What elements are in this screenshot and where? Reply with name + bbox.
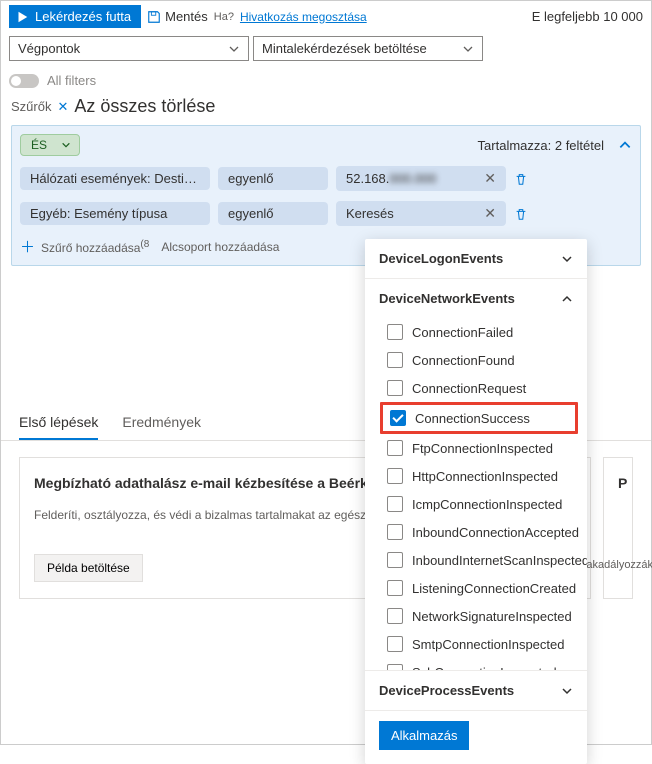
dropdown-item-label: FtpConnectionInspected — [412, 441, 553, 456]
chevron-down-icon — [61, 140, 71, 150]
checkbox[interactable] — [387, 664, 403, 670]
filter-summary: Tartalmazza: 2 feltétel — [478, 138, 604, 153]
dropdown-item[interactable]: HttpConnectionInspected — [365, 462, 587, 490]
run-query-button[interactable]: Lekérdezés futta — [9, 5, 141, 28]
clear-value-icon[interactable]: ✕ — [484, 170, 496, 187]
sample-card: P — [603, 457, 633, 599]
run-query-label: Lekérdezés futta — [35, 9, 131, 24]
dropdown-item[interactable]: NetworkSignatureInspected — [365, 602, 587, 630]
clear-value-icon[interactable]: ✕ — [484, 205, 496, 222]
filters-label: Szűrők — [11, 99, 51, 114]
dropdown-item[interactable]: ConnectionFailed — [365, 318, 587, 346]
load-sample-button[interactable]: Példa betöltése — [34, 554, 143, 582]
filter-row: Egyéb: Esemény típusa egyenlő Keresés ✕ — [20, 201, 632, 226]
save-icon — [147, 10, 161, 24]
checkbox[interactable] — [387, 552, 403, 568]
dropdown-group[interactable]: DeviceProcessEvents — [365, 671, 587, 710]
collapse-icon[interactable] — [618, 138, 632, 152]
checkbox[interactable] — [387, 580, 403, 596]
dropdown-item[interactable]: InboundInternetScanInspected — [365, 546, 587, 574]
tab-results[interactable]: Eredmények — [122, 406, 201, 440]
save-button[interactable]: Mentés — [147, 9, 208, 24]
highlighted-item: ConnectionSuccess — [380, 402, 578, 434]
checkbox[interactable] — [390, 410, 406, 426]
filter-op-chip[interactable]: egyenlő — [218, 167, 328, 190]
chevron-up-icon — [561, 293, 573, 305]
checkbox[interactable] — [387, 352, 403, 368]
checkbox[interactable] — [387, 636, 403, 652]
share-link[interactable]: Hivatkozás megosztása — [240, 10, 367, 24]
dropdown-item-label: ConnectionRequest — [412, 381, 526, 396]
dropdown-item-label: ConnectionSuccess — [415, 411, 530, 426]
chevron-down-icon — [561, 685, 573, 697]
dropdown-item-label: InboundInternetScanInspected — [412, 553, 587, 568]
dropdown-item-label: HttpConnectionInspected — [412, 469, 558, 484]
dropdown-item[interactable]: ListeningConnectionCreated — [365, 574, 587, 602]
all-filters-label: All filters — [47, 73, 96, 88]
dropdown-item-label: ListeningConnectionCreated — [412, 581, 576, 596]
dropdown-item[interactable]: ConnectionFound — [365, 346, 587, 374]
dropdown-item[interactable]: FtpConnectionInspected — [365, 434, 587, 462]
filter-value-chip[interactable]: Keresés ✕ — [336, 201, 506, 226]
delete-row-icon[interactable] — [514, 207, 528, 221]
checkbox[interactable] — [387, 324, 403, 340]
dropdown-item[interactable]: ConnectionSuccess — [386, 408, 572, 428]
clear-filters-x[interactable]: ✕ — [57, 99, 68, 115]
chevron-down-icon — [228, 43, 240, 55]
chevron-down-icon — [462, 43, 474, 55]
checkbox[interactable] — [387, 496, 403, 512]
play-icon — [15, 10, 29, 24]
logic-and-chip[interactable]: ÉS — [20, 134, 80, 156]
dropdown-item[interactable]: SshConnectionInspected — [365, 658, 587, 670]
dropdown-item-label: ConnectionFound — [412, 353, 515, 368]
dropdown-item[interactable]: InboundConnectionAccepted — [365, 518, 587, 546]
clear-all-filters[interactable]: Az összes törlése — [74, 96, 215, 117]
dropdown-item-label: InboundConnectionAccepted — [412, 525, 579, 540]
tab-getting-started[interactable]: Első lépések — [19, 406, 98, 440]
dropdown-item-label: SshConnectionInspected — [412, 665, 557, 671]
filter-value-chip[interactable]: 52.168.000.000 ✕ — [336, 166, 506, 191]
sample-queries-select[interactable]: Mintalekérdezések betöltése — [253, 36, 483, 61]
checkbox[interactable] — [387, 440, 403, 456]
chevron-down-icon — [561, 253, 573, 265]
filter-field-chip[interactable]: Egyéb: Esemény típusa — [20, 202, 210, 225]
filter-field-chip[interactable]: Hálózati események: DestinationIPA... — [20, 167, 210, 190]
checkbox[interactable] — [387, 380, 403, 396]
checkbox[interactable] — [387, 608, 403, 624]
add-filter-link[interactable]: Szűrő hozzáadása(8 — [41, 239, 149, 255]
filter-row: Hálózati események: DestinationIPA... eg… — [20, 166, 632, 191]
dropdown-group[interactable]: DeviceLogonEvents — [365, 239, 587, 278]
endpoints-select[interactable]: Végpontok — [9, 36, 249, 61]
checkbox[interactable] — [387, 468, 403, 484]
dropdown-group[interactable]: DeviceNetworkEvents — [365, 279, 587, 318]
dropdown-item-label: NetworkSignatureInspected — [412, 609, 572, 624]
all-filters-toggle[interactable] — [9, 74, 39, 88]
dropdown-item[interactable]: SmtpConnectionInspected — [365, 630, 587, 658]
add-subgroup-link[interactable]: Alcsoport hozzáadása — [161, 240, 279, 254]
hint-label: Ha? — [214, 11, 234, 23]
dropdown-item[interactable]: ConnectionRequest — [365, 374, 587, 402]
event-type-dropdown: DeviceLogonEvents DeviceNetworkEvents Co… — [365, 239, 587, 764]
dropdown-item-label: SmtpConnectionInspected — [412, 637, 564, 652]
add-filter-icon[interactable]: ＋ — [20, 236, 35, 257]
dropdown-item-label: IcmpConnectionInspected — [412, 497, 562, 512]
dropdown-item-label: ConnectionFailed — [412, 325, 513, 340]
apply-button[interactable]: Alkalmazás — [379, 721, 469, 750]
delete-row-icon[interactable] — [514, 172, 528, 186]
filter-op-chip[interactable]: egyenlő — [218, 202, 328, 225]
dropdown-item[interactable]: IcmpConnectionInspected — [365, 490, 587, 518]
checkbox[interactable] — [387, 524, 403, 540]
result-limit-label: E legfeljebb 10 000 — [532, 9, 643, 24]
